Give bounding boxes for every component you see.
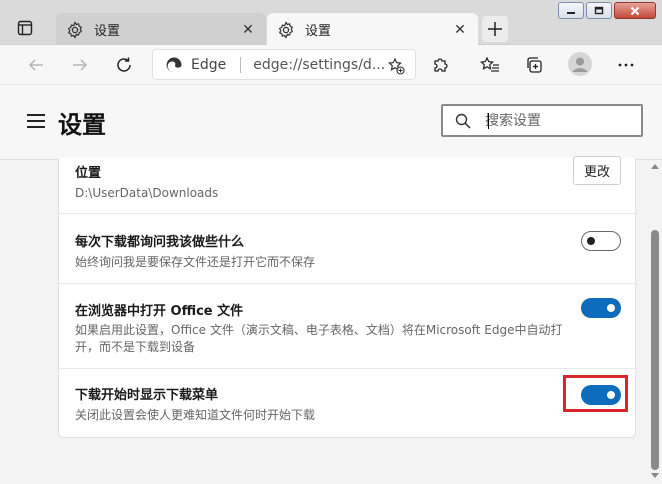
- favorites-star-icon[interactable]: [478, 53, 502, 77]
- gear-icon: [277, 20, 295, 39]
- address-brand-label: Edge: [191, 56, 227, 73]
- search-input[interactable]: [485, 112, 625, 129]
- download-settings-card: 位置 D:\UserData\Downloads 更改 每次下载都询问我该做些什…: [58, 156, 637, 438]
- ask-each-download-toggle[interactable]: [581, 231, 621, 251]
- ask-each-download-row: 每次下载都询问我该做些什么 始终询问我是要保存文件还是打开它而不保存: [59, 214, 637, 284]
- scroll-down-icon[interactable]: [651, 473, 659, 478]
- gear-icon: [66, 20, 84, 39]
- page-title: 设置: [58, 111, 106, 139]
- change-location-button[interactable]: 更改: [573, 156, 621, 185]
- vertical-scrollbar[interactable]: [648, 160, 662, 484]
- new-tab-button[interactable]: [482, 16, 508, 42]
- location-title: 位置: [75, 166, 102, 181]
- open-office-toggle[interactable]: [581, 298, 621, 318]
- close-tab-icon[interactable]: ✕: [240, 22, 256, 38]
- close-tab-icon[interactable]: ✕: [452, 22, 468, 38]
- title-bar: 设置 ✕ 设置 ✕: [0, 0, 662, 46]
- text-caret: [488, 113, 489, 129]
- edge-logo-icon: [165, 56, 183, 74]
- tab-actions-menu-icon[interactable]: [14, 17, 36, 39]
- minimize-button[interactable]: [558, 2, 584, 19]
- tab-title: 设置: [305, 24, 332, 39]
- search-box[interactable]: [441, 104, 643, 137]
- scroll-thumb[interactable]: [651, 230, 659, 470]
- refresh-icon[interactable]: [112, 53, 136, 77]
- address-separator: [240, 56, 242, 73]
- open-office-desc-line1: 如果启用此设置，Office 文件（演示文稿、电子表格、文档）将在Microso…: [75, 323, 563, 337]
- location-path: D:\UserData\Downloads: [75, 186, 219, 200]
- tab-settings-2[interactable]: 设置 ✕: [267, 13, 478, 46]
- profile-avatar-icon[interactable]: [567, 51, 593, 77]
- open-office-title: 在浏览器中打开 Office 文件: [75, 304, 244, 319]
- tab-settings-1[interactable]: 设置 ✕: [56, 13, 266, 46]
- collections-icon[interactable]: [522, 53, 546, 77]
- close-window-button[interactable]: [614, 2, 656, 19]
- back-arrow-icon[interactable]: [24, 53, 48, 77]
- tab-title: 设置: [94, 24, 121, 39]
- more-menu-icon[interactable]: [614, 53, 638, 77]
- open-office-desc-line2: 开，而不是下载到设备: [75, 340, 196, 354]
- maximize-button[interactable]: [586, 2, 612, 19]
- window-controls: [558, 2, 656, 19]
- add-favorite-icon[interactable]: [387, 57, 405, 75]
- extensions-puzzle-icon[interactable]: [429, 53, 453, 77]
- address-url-text: edge://settings/d...: [253, 56, 386, 73]
- ask-each-download-title: 每次下载都询问我该做些什么: [75, 235, 245, 250]
- show-download-menu-desc: 关闭此设置会使人更难知道文件何时开始下载: [75, 408, 316, 422]
- hamburger-menu-icon[interactable]: [27, 114, 45, 128]
- address-bar[interactable]: Edge edge://settings/d...: [152, 49, 416, 80]
- scroll-up-icon[interactable]: [651, 164, 659, 169]
- ask-each-download-desc: 始终询问我是要保存文件还是打开它而不保存: [75, 255, 316, 269]
- search-icon: [455, 113, 471, 129]
- open-office-row: 在浏览器中打开 Office 文件 如果启用此设置，Office 文件（演示文稿…: [59, 284, 637, 369]
- highlight-annotation-box: [563, 375, 628, 412]
- settings-content: 位置 D:\UserData\Downloads 更改 每次下载都询问我该做些什…: [0, 156, 648, 484]
- browser-toolbar: Edge edge://settings/d...: [0, 45, 662, 85]
- show-download-menu-row: 下载开始时显示下载菜单 关闭此设置会使人更难知道文件何时开始下载: [59, 369, 637, 438]
- location-row: 位置 D:\UserData\Downloads 更改: [59, 156, 637, 214]
- plus-icon: [488, 22, 502, 36]
- settings-header: 设置: [0, 85, 662, 160]
- forward-arrow-icon[interactable]: [68, 53, 92, 77]
- show-download-menu-title: 下载开始时显示下载菜单: [75, 388, 219, 403]
